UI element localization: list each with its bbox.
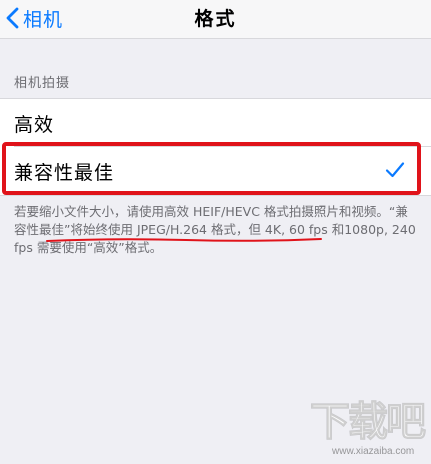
navigation-bar: 相机 格式 [0,0,431,39]
underline-annotation [46,238,322,242]
option-high-efficiency[interactable]: 高效 [0,99,431,147]
format-options-group: 高效 兼容性最佳 [0,98,431,196]
section-header: 相机拍摄 [14,76,71,91]
option-label: 高效 [14,114,55,136]
checkmark-icon [385,162,405,178]
watermark: 下载吧 www.xiazaiba.com [310,400,428,462]
watermark-logo: 下载吧 [310,399,427,445]
option-label: 兼容性最佳 [14,162,115,184]
footer-note: 若要缩小文件大小，请使用高效 HEIF/HEVC 格式拍摄照片和视频。“兼容性最… [14,204,416,255]
watermark-url: www.xiazaiba.com [332,446,415,457]
option-most-compatible[interactable]: 兼容性最佳 [0,147,431,195]
page-title: 格式 [194,8,237,30]
